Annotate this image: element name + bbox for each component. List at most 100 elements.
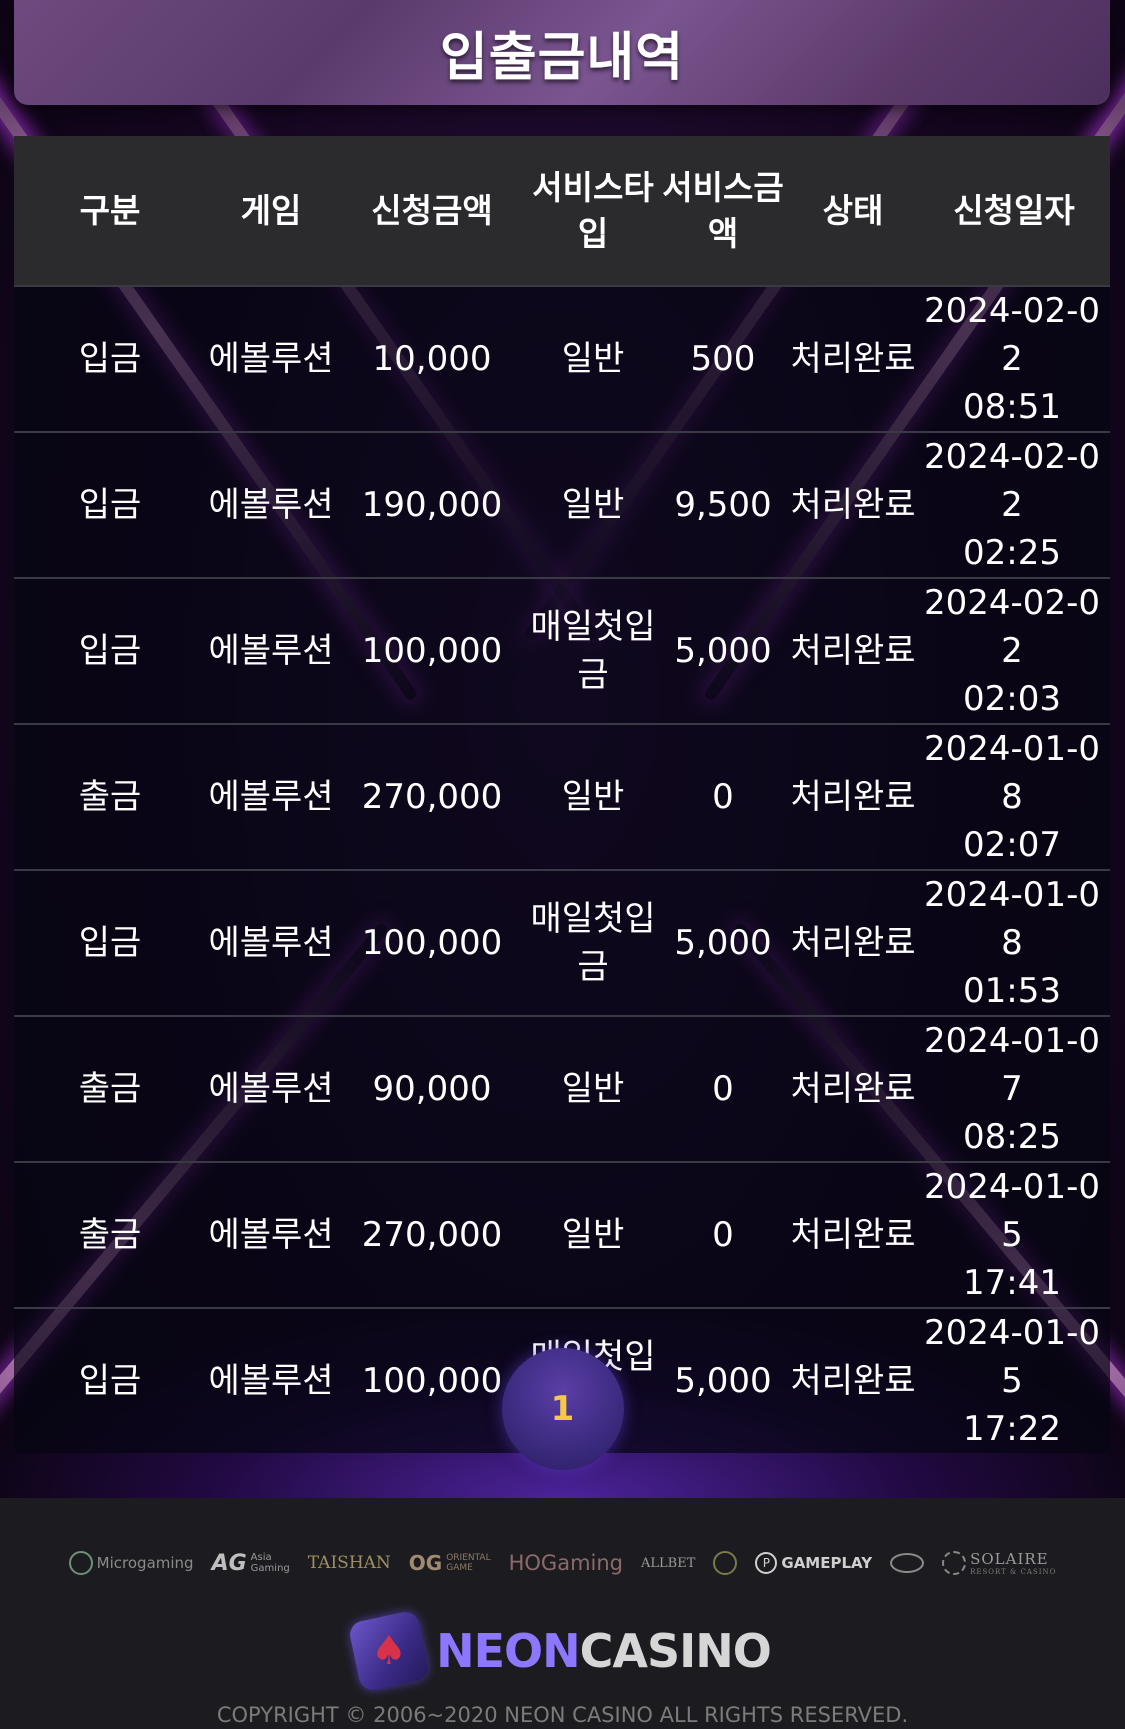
cell-date: 2024-02-02 08:51 (918, 286, 1110, 432)
cell-amount: 100,000 (361, 923, 503, 963)
cell-game: 에볼루션 (208, 339, 334, 379)
table-row: 입금 에볼루션 190,000 일반 9,500 처리완료 2024-02-02… (14, 432, 1110, 578)
partner-emblem (713, 1551, 738, 1575)
cell-date-day: 2024-01-07 (924, 1021, 1100, 1109)
partner-ag-sub-1: Asia (250, 1552, 272, 1563)
brand-name: NEONCASINO (436, 1624, 772, 1678)
table-row: 입금 에볼루션 10,000 일반 500 처리완료 2024-02-02 08… (14, 286, 1110, 432)
partner-taishan-label: TAISHAN (307, 1553, 391, 1573)
cell-date-time: 08:25 (963, 1117, 1061, 1157)
table-row: 입금 에볼루션 100,000 매일첫입금 5,000 처리완료 2024-01… (14, 870, 1110, 1016)
cell-date-day: 2024-02-02 (924, 291, 1100, 379)
partner-solaire-label: SOLAIRE (970, 1550, 1049, 1568)
cell-service-amount: 500 (690, 339, 756, 379)
cell-game: 에볼루션 (208, 1069, 334, 1109)
cell-date-time: 17:41 (963, 1263, 1061, 1303)
partner-allbet: ALLBET (641, 1556, 695, 1571)
column-header-status: 상태 (822, 190, 884, 230)
cell-date-day: 2024-02-02 (924, 437, 1100, 525)
table-row: 출금 에볼루션 90,000 일반 0 처리완료 2024-01-07 08:2… (14, 1016, 1110, 1162)
cell-type: 출금 (78, 1215, 142, 1255)
cell-date-time: 01:53 (963, 971, 1061, 1011)
cell-type: 입금 (78, 485, 142, 525)
page-button-current[interactable]: 1 (501, 1348, 624, 1470)
cell-service-type: 일반 (561, 1069, 625, 1109)
table-row: 출금 에볼루션 270,000 일반 0 처리완료 2024-01-08 02:… (14, 724, 1110, 870)
cell-date-time: 08:51 (963, 387, 1061, 427)
microgaming-icon (68, 1551, 93, 1575)
cell-game: 에볼루션 (208, 485, 334, 525)
cell-status: 처리완료 (790, 485, 916, 525)
cell-service-type: 일반 (561, 777, 625, 817)
cell-date-time: 02:03 (963, 679, 1061, 719)
partner-hogaming: HOGaming (509, 1551, 623, 1575)
partner-og-sub-2: GAME (446, 1563, 473, 1573)
cell-date: 2024-02-02 02:25 (918, 432, 1110, 578)
cell-game: 에볼루션 (208, 631, 334, 671)
cell-date: 2024-01-08 01:53 (918, 870, 1110, 1016)
cell-status: 처리완료 (790, 777, 916, 817)
partner-hogaming-label: HOGaming (508, 1551, 624, 1575)
cell-service-amount: 9,500 (674, 485, 772, 525)
brand: ♠ NEONCASINO (0, 1609, 1125, 1693)
column-header-service-amount: 서비스금액 (662, 167, 784, 253)
partner-microgaming-label: Microgaming (96, 1554, 194, 1572)
table-row: 출금 에볼루션 270,000 일반 0 처리완료 2024-01-05 17:… (14, 1162, 1110, 1308)
footer: Microgaming AG Asia Gaming TAISHAN OG OR… (0, 1498, 1125, 1729)
partner-taishan: TAISHAN (308, 1553, 391, 1573)
partner-gameplay-label: GAMEPLAY (781, 1554, 873, 1572)
partner-city-of-dreams (890, 1553, 925, 1573)
page-title: 입출금내역 (439, 28, 685, 88)
cell-amount: 270,000 (361, 1215, 503, 1255)
partner-ag-subtitle: Asia Gaming (251, 1552, 290, 1574)
cell-amount: 190,000 (361, 485, 503, 525)
partner-oriental-game: OG ORIENTAL GAME (409, 1551, 491, 1575)
partner-ag-mark: AG (211, 1550, 247, 1576)
gameplay-icon: P (755, 1552, 778, 1574)
cell-type: 입금 (78, 339, 142, 379)
partner-solaire: SOLAIRE RESORT & CASINO (942, 1550, 1056, 1576)
copyright: COPYRIGHT © 2006~2020 NEON CASINO ALL RI… (216, 1703, 909, 1727)
table-header-row: 구분 게임 신청금액 서비스타입 서비스금액 상태 신청일자 (14, 136, 1110, 286)
column-header-date: 신청일자 (953, 190, 1075, 230)
cell-date-time: 02:07 (963, 825, 1061, 865)
cell-date: 2024-01-05 17:41 (918, 1162, 1110, 1308)
partner-microgaming: Microgaming (68, 1551, 194, 1575)
transaction-table-container: 구분 게임 신청금액 서비스타입 서비스금액 상태 신청일자 입금 에볼루션 1… (14, 136, 1110, 1453)
sun-icon (942, 1551, 967, 1575)
cell-service-amount: 5,000 (674, 631, 772, 671)
cell-status: 처리완료 (790, 1215, 916, 1255)
partner-allbet-label: ALLBET (641, 1555, 696, 1571)
cell-amount: 90,000 (372, 1069, 492, 1109)
cell-amount: 100,000 (361, 631, 503, 671)
cell-type: 출금 (78, 777, 142, 817)
cell-service-amount: 0 (712, 777, 734, 817)
cell-service-amount: 5,000 (674, 923, 772, 963)
cell-service-type: 일반 (561, 339, 625, 379)
cell-status: 처리완료 (790, 339, 916, 379)
cell-status: 처리완료 (790, 631, 916, 671)
cell-game: 에볼루션 (208, 1215, 334, 1255)
partner-solaire-text: SOLAIRE RESORT & CASINO (970, 1550, 1056, 1576)
cell-service-type: 일반 (561, 485, 625, 525)
partner-ag-sub-2: Gaming (250, 1563, 290, 1574)
cell-date: 2024-01-08 02:07 (918, 724, 1110, 870)
page-header: 입출금내역 (14, 0, 1110, 105)
cell-type: 입금 (78, 631, 142, 671)
cell-date: 2024-02-02 02:03 (918, 578, 1110, 724)
brand-name-neon: NEON (436, 1624, 581, 1678)
emblem-icon (713, 1551, 738, 1575)
table-row: 입금 에볼루션 100,000 매일첫입금 5,000 처리완료 2024-02… (14, 578, 1110, 724)
cell-amount: 270,000 (361, 777, 503, 817)
brand-name-casino: CASINO (579, 1624, 772, 1678)
partner-asia-gaming: AG Asia Gaming (212, 1551, 290, 1576)
city-of-dreams-icon (890, 1553, 925, 1573)
partner-og-sub-1: ORIENTAL (446, 1553, 491, 1563)
cell-date: 2024-01-07 08:25 (918, 1016, 1110, 1162)
partner-og-subtitle: ORIENTAL GAME (446, 1553, 490, 1573)
column-header-game: 게임 (240, 190, 302, 230)
cell-date-time: 02:25 (963, 533, 1061, 573)
partner-solaire-sub: RESORT & CASINO (970, 1568, 1057, 1576)
partner-logos: Microgaming AG Asia Gaming TAISHAN OG OR… (0, 1550, 1125, 1576)
spade-icon: ♠ (371, 1628, 408, 1675)
